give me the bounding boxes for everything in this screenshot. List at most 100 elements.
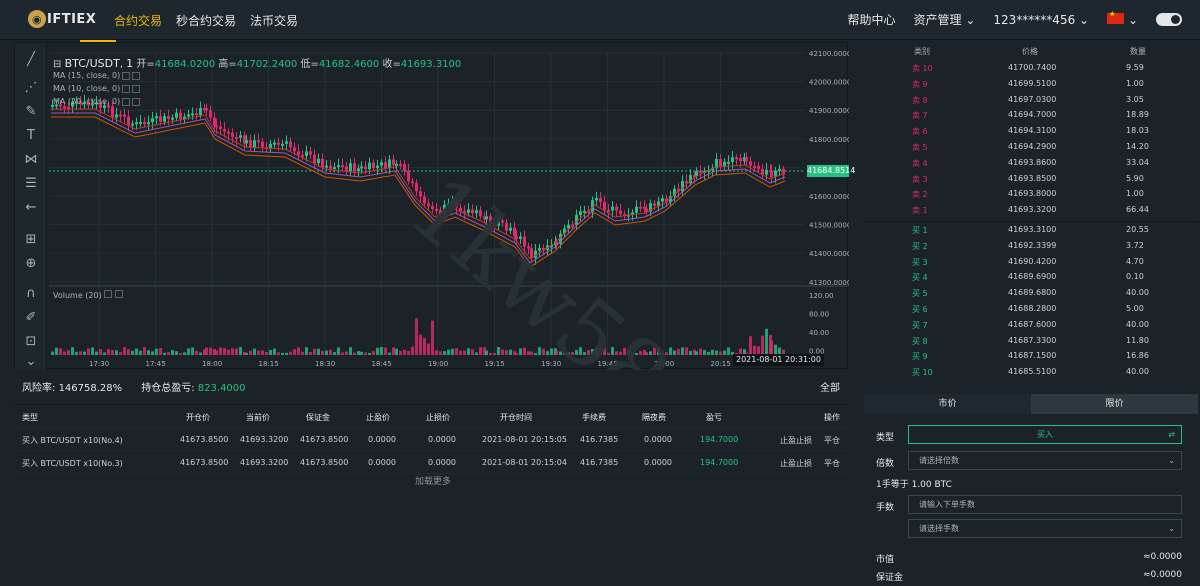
volume-bar: [388, 352, 391, 355]
collapse-icon[interactable]: ⊟: [53, 59, 61, 70]
swap-icon: ⇄: [1168, 430, 1175, 439]
volume-bar: [51, 351, 54, 355]
nav-second-contract[interactable]: 秒合约交易: [176, 12, 236, 29]
candle: [399, 163, 402, 166]
ask-row[interactable]: 卖 9 41699.5100 1.00: [864, 76, 1198, 92]
tp-sl-button[interactable]: 止盈止损: [780, 458, 812, 469]
close-icon[interactable]: [132, 84, 141, 93]
volume-bar: [107, 349, 110, 355]
lots-select[interactable]: 请选择手数 ⌄: [908, 519, 1182, 538]
lots-input[interactable]: 请输入下单手数: [908, 495, 1182, 514]
candle: [376, 165, 379, 169]
volume-bar: [333, 352, 336, 355]
candle: [695, 170, 698, 176]
volume-bar: [239, 347, 242, 355]
bid-row[interactable]: 买 2 41692.3399 3.72: [864, 238, 1198, 254]
logo[interactable]: ◉ IFTIEX: [28, 10, 96, 28]
close-icon[interactable]: [114, 290, 123, 298]
volume-bar: [79, 351, 82, 355]
candle: [333, 167, 336, 170]
candle: [131, 123, 134, 126]
volume-bar: [479, 347, 482, 355]
tp-sl-button[interactable]: 止盈止损: [780, 435, 812, 446]
leverage-select[interactable]: 请选择倍数 ⌄: [908, 451, 1182, 470]
candle: [301, 154, 304, 157]
candle: [261, 141, 264, 148]
volume-bar: [489, 352, 492, 355]
low-value: 41682.4600: [318, 59, 380, 70]
close-position-button[interactable]: 平仓: [824, 435, 840, 446]
volume-bar: [87, 348, 90, 355]
eye-icon[interactable]: [122, 97, 131, 106]
ask-row[interactable]: 卖 3 41693.8500 5.90: [864, 171, 1198, 187]
ask-row[interactable]: 卖 10 41700.7400 9.59: [864, 60, 1198, 76]
candle: [407, 170, 410, 182]
help-center-link[interactable]: 帮助中心: [847, 11, 895, 28]
col-type: 类型: [22, 413, 38, 422]
candle: [419, 191, 422, 197]
ask-side: 卖 5: [912, 142, 928, 152]
bid-row[interactable]: 买 10 41685.5100 40.00: [864, 364, 1198, 380]
volume-bar: [253, 348, 256, 355]
bid-side: 买 3: [912, 257, 928, 267]
all-filter[interactable]: 全部: [820, 379, 840, 394]
volume-bar: [231, 348, 234, 355]
tab-market[interactable]: 市价: [864, 394, 1031, 414]
ask-row[interactable]: 卖 4 41693.8600 33.04: [864, 155, 1198, 171]
volume-bar: [519, 348, 522, 355]
ask-amount: 18.03: [1126, 126, 1149, 136]
user-menu[interactable]: 123******456 ⌄: [993, 13, 1089, 27]
close-position-button[interactable]: 平仓: [824, 458, 840, 469]
ask-row[interactable]: 卖 1 41693.3200 66.44: [864, 202, 1198, 218]
bid-row[interactable]: 买 4 41689.6900 0.10: [864, 269, 1198, 285]
volume-bar: [297, 347, 300, 355]
bid-row[interactable]: 买 5 41689.6800 40.00: [864, 285, 1198, 301]
position-open-price: 41673.8500: [180, 435, 229, 444]
candle: [325, 165, 328, 168]
bid-price: 41689.6800: [1008, 288, 1057, 298]
table-row: 买入 BTC/USDT x10(No.4) 41673.8500 41693.3…: [14, 428, 848, 451]
ob-col-amount: 数量: [1130, 47, 1146, 56]
volume-legend: Volume (20): [53, 290, 123, 300]
theme-toggle[interactable]: [1156, 13, 1182, 26]
ask-row[interactable]: 卖 5 41694.2900 14.20: [864, 139, 1198, 155]
volume-bar: [727, 347, 730, 355]
ask-row[interactable]: 卖 7 41694.7000 18.89: [864, 107, 1198, 123]
eye-icon[interactable]: [122, 84, 131, 93]
price-chart[interactable]: ╱ ⋰ ✎ T ⋈ ☰ ← ⊞ ⊕ ∩ ✐ ⊡ ⌄ 42100.0000 4200…: [14, 42, 855, 370]
position-stop-loss: 0.0000: [428, 458, 456, 467]
volume-bar: [392, 347, 395, 355]
candle: [309, 151, 312, 155]
close-icon[interactable]: [132, 97, 141, 106]
bid-row[interactable]: 买 7 41687.6000 40.00: [864, 317, 1198, 333]
candle: [380, 162, 383, 166]
eye-icon[interactable]: [122, 71, 131, 80]
volume-bar: [317, 348, 320, 355]
nav-fiat-trading[interactable]: 法币交易: [250, 12, 298, 29]
language-menu[interactable]: ⌄: [1107, 10, 1138, 27]
assets-menu[interactable]: 资产管理 ⌄: [914, 11, 976, 28]
bid-row[interactable]: 买 6 41688.2800 5.00: [864, 301, 1198, 317]
market-value: ≈0.0000: [1142, 552, 1182, 562]
load-more-link[interactable]: 加载更多: [415, 474, 451, 487]
buy-toggle-button[interactable]: 买入 ⇄: [908, 425, 1182, 444]
volume-bar: [415, 318, 418, 355]
nav-contract-trading[interactable]: 合约交易: [114, 12, 162, 29]
close-icon[interactable]: [132, 71, 141, 80]
ask-row[interactable]: 卖 6 41694.3100 18.03: [864, 123, 1198, 139]
bid-row[interactable]: 买 3 41690.4200 4.70: [864, 254, 1198, 270]
candle: [253, 140, 256, 148]
eye-icon[interactable]: [104, 290, 113, 298]
bid-row[interactable]: 买 8 41687.3300 11.80: [864, 333, 1198, 349]
tab-limit[interactable]: 限价: [1031, 394, 1198, 414]
time-tick-label: 17:45: [146, 360, 166, 368]
close-label: 收=: [382, 59, 401, 70]
volume-bar: [95, 351, 98, 355]
bid-row[interactable]: 买 1 41693.3100 20.55: [864, 222, 1198, 238]
ask-row[interactable]: 卖 8 41697.0300 3.05: [864, 92, 1198, 108]
ask-row[interactable]: 卖 2 41693.8000 1.00: [864, 186, 1198, 202]
volume-bar: [505, 350, 508, 355]
candle: [595, 197, 598, 201]
bid-row[interactable]: 买 9 41687.1500 16.86: [864, 348, 1198, 364]
col-open-price: 开仓价: [186, 413, 210, 422]
